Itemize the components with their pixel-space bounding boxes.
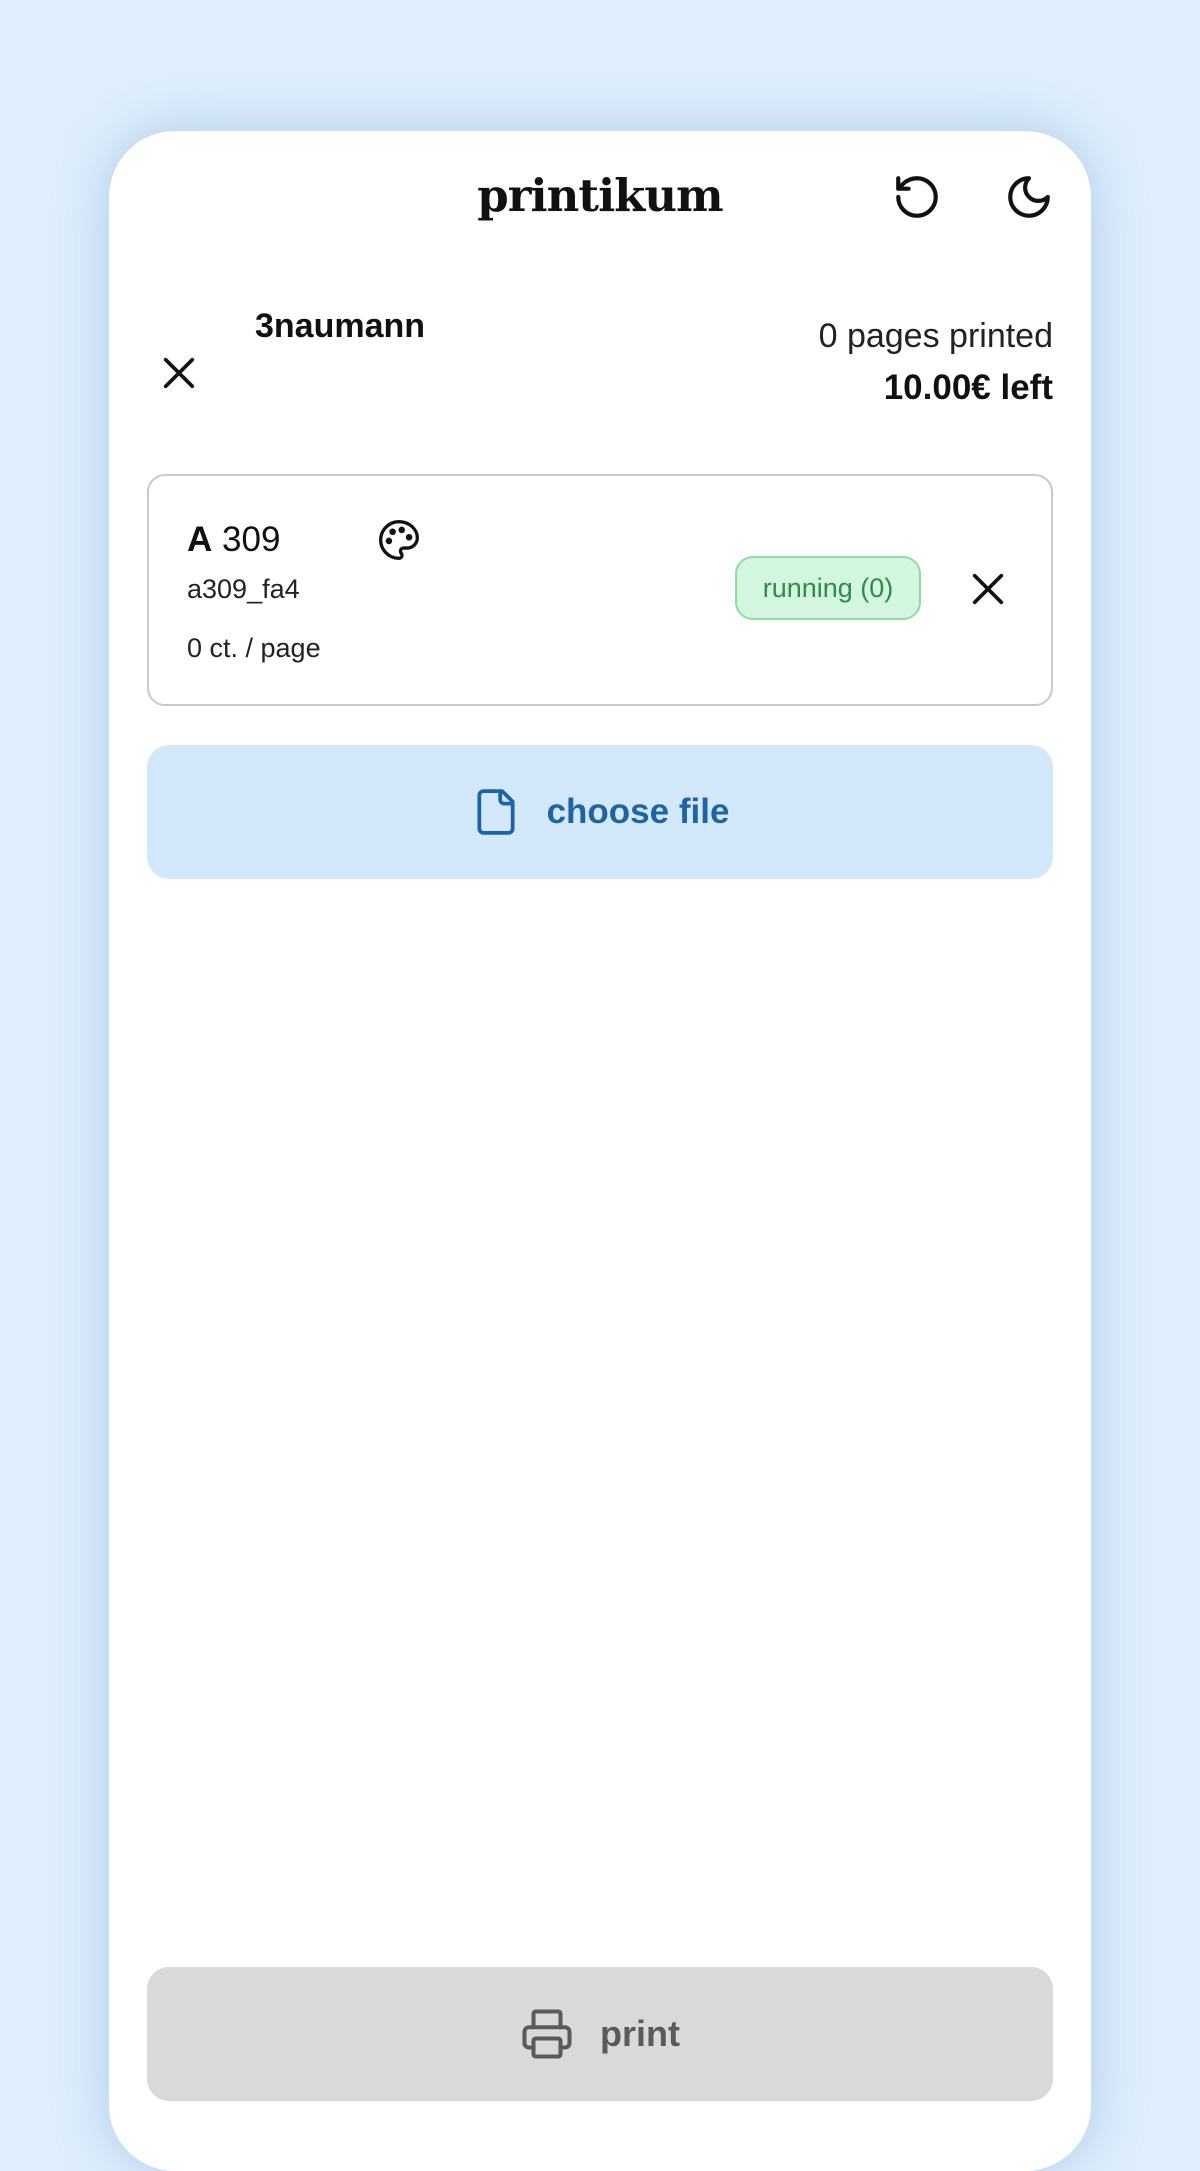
printer-name: A 309	[187, 520, 280, 560]
username: 3naumann	[255, 307, 426, 345]
credit-left: 10.00€ left	[883, 368, 1053, 407]
palette-icon	[379, 520, 419, 560]
close-icon	[972, 573, 1004, 605]
choose-file-button[interactable]: choose file	[147, 745, 1053, 879]
rotate-ccw-icon	[896, 176, 938, 218]
close-icon	[163, 357, 195, 389]
printer-status-badge: running (0)	[735, 556, 921, 620]
reset-button[interactable]	[887, 167, 947, 227]
printer-card: A 309 a309_fa4 0 ct. / page running (0)	[147, 474, 1053, 706]
printer-price: 0 ct. / page	[187, 633, 321, 663]
main-card: printikum 3naumann 0 pages printed 10.00…	[109, 131, 1091, 2171]
printer-id: a309_fa4	[187, 574, 300, 604]
theme-toggle-button[interactable]	[999, 167, 1059, 227]
logout-button[interactable]	[151, 345, 207, 401]
choose-file-label: choose file	[546, 792, 730, 831]
app-header: printikum	[109, 131, 1091, 271]
print-label: print	[600, 2013, 680, 2054]
printer-room: 309	[222, 520, 281, 559]
remove-printer-button[interactable]	[959, 560, 1017, 618]
pages-printed: 0 pages printed	[818, 317, 1053, 355]
moon-icon	[1008, 176, 1050, 218]
printer-building: A	[187, 520, 213, 559]
file-icon	[477, 789, 515, 835]
printer-icon	[522, 2009, 572, 2059]
print-button[interactable]: print	[147, 1967, 1053, 2101]
